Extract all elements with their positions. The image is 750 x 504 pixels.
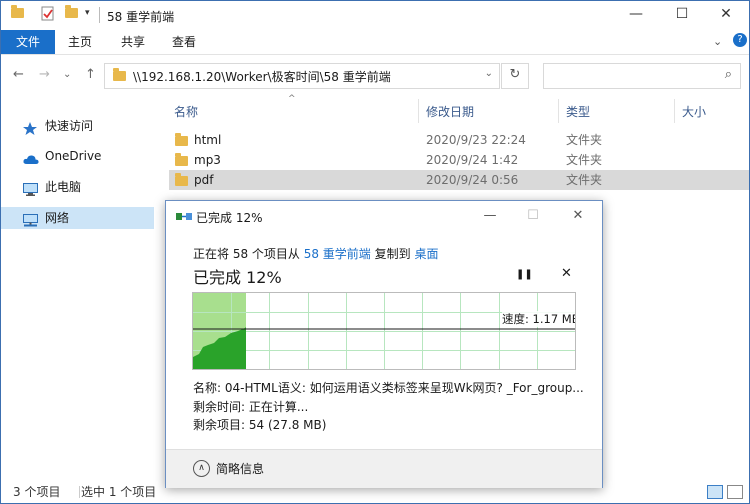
search-icon: ⌕ (724, 67, 732, 82)
cloud-icon (23, 150, 39, 164)
dialog-title-bar: 已完成 12% — ☐ ✕ (166, 201, 602, 231)
copy-progress-dialog: 已完成 12% — ☐ ✕ 正在将 58 个项目从 58 重学前端 复制到 桌面… (165, 200, 603, 488)
tab-view[interactable]: 查看 (172, 30, 196, 54)
address-bar[interactable]: \\192.168.1.20\Worker\极客时间\58 重学前端 ⌄ (104, 63, 500, 89)
file-date: 2020/9/24 1:42 (426, 153, 519, 167)
column-header-name[interactable]: 名称 (174, 101, 198, 123)
dialog-close-button[interactable]: ✕ (563, 205, 593, 227)
sidebar-item-quick-access[interactable]: 快速访问 (1, 115, 154, 137)
network-icon (23, 212, 38, 227)
file-type: 文件夹 (566, 153, 603, 167)
sort-ascending-icon: ^ (288, 94, 296, 104)
file-row[interactable]: pdf 2020/9/24 0:56 文件夹 (169, 170, 749, 190)
sidebar-item-label: 网络 (45, 211, 70, 225)
fewer-details-toggle[interactable]: 简略信息 (216, 460, 264, 477)
chevron-up-icon[interactable]: ∧ (193, 460, 210, 477)
customize-toolbar-icon[interactable]: ▾ (85, 8, 90, 18)
file-type: 文件夹 (566, 133, 603, 147)
address-path: \\192.168.1.20\Worker\极客时间\58 重学前端 (133, 70, 391, 84)
computer-icon (23, 181, 38, 196)
file-row[interactable]: html 2020/9/23 22:24 文件夹 (169, 130, 749, 150)
tab-home[interactable]: 主页 (68, 30, 92, 54)
cancel-copy-button[interactable]: ✕ (561, 266, 572, 281)
destination-folder-link[interactable]: 桌面 (414, 247, 438, 261)
file-type: 文件夹 (566, 173, 603, 187)
folder-icon (175, 133, 188, 146)
maximize-button[interactable]: ☐ (659, 1, 705, 30)
time-remaining: 剩余时间: 正在计算... (193, 400, 309, 414)
file-date: 2020/9/24 0:56 (426, 173, 519, 187)
title-divider (99, 7, 100, 23)
progress-percent-text: 已完成 12% (193, 268, 282, 287)
copy-description: 正在将 58 个项目从 58 重学前端 复制到 桌面 (193, 245, 438, 262)
forward-button[interactable]: → (39, 67, 50, 82)
status-divider (79, 486, 80, 498)
sidebar-item-label: 快速访问 (45, 119, 94, 133)
navigation-pane: 快速访问 OneDrive 此电脑 网络 (1, 95, 154, 475)
dialog-maximize-button[interactable]: ☐ (518, 205, 548, 227)
current-file-name: 名称: 04-HTML语义: 如何运用语义类标签来呈现Wk网页? _For_gr… (193, 381, 584, 395)
pause-button[interactable]: ❚❚ (516, 269, 533, 280)
window-title: 58 重学前端 (107, 10, 175, 24)
folder-icon (175, 173, 188, 186)
recent-locations-button[interactable]: ⌄ (63, 69, 71, 80)
search-input[interactable]: ⌕ (543, 63, 741, 89)
back-button[interactable]: ← (13, 67, 24, 82)
sidebar-item-this-pc[interactable]: 此电脑 (1, 176, 154, 198)
copy-transfer-icon (176, 211, 192, 221)
new-folder-icon[interactable] (65, 5, 78, 18)
file-name: mp3 (194, 153, 221, 167)
title-bar: ▾ 58 重学前端 — ☐ ✕ (1, 1, 749, 30)
up-button[interactable]: ↑ (85, 67, 96, 82)
graph-grid (193, 293, 575, 369)
navigation-bar: ← → ⌄ ↑ \\192.168.1.20\Worker\极客时间\58 重学… (1, 55, 749, 95)
sidebar-item-network[interactable]: 网络 (1, 207, 154, 229)
minimize-button[interactable]: — (613, 1, 659, 30)
transfer-speed-graph: 速度: 1.17 MB/秒 (192, 292, 576, 370)
copy-prefix-text: 正在将 58 个项目从 (193, 247, 304, 261)
file-name: html (194, 133, 222, 147)
column-header-size[interactable]: 大小 (682, 101, 706, 123)
tab-file[interactable]: 文件 (1, 30, 55, 54)
ribbon-tabs: 文件 主页 共享 查看 ⌄ ? (1, 30, 749, 55)
column-divider[interactable] (418, 99, 419, 123)
transfer-speed: 速度: 1.17 MB/秒 (502, 311, 575, 327)
file-row[interactable]: mp3 2020/9/24 1:42 文件夹 (169, 150, 749, 170)
folder-icon (11, 5, 24, 18)
explorer-window: ▾ 58 重学前端 — ☐ ✕ 文件 主页 共享 查看 ⌄ ? ← → ⌄ ↑ … (0, 0, 750, 504)
speed-graph-svg (193, 293, 575, 369)
tab-share[interactable]: 共享 (121, 30, 145, 54)
sidebar-item-label: 此电脑 (45, 180, 82, 194)
large-icons-view-icon[interactable] (727, 485, 743, 499)
copy-mid-text: 复制到 (370, 247, 415, 261)
sidebar-item-label: OneDrive (45, 149, 102, 163)
dialog-minimize-button[interactable]: — (475, 205, 505, 227)
refresh-button[interactable]: ↻ (501, 63, 529, 89)
column-header-date[interactable]: 修改日期 (426, 101, 474, 123)
selected-count: 选中 1 个项目 (81, 485, 157, 499)
dialog-title: 已完成 12% (196, 211, 263, 225)
items-remaining: 剩余项目: 54 (27.8 MB) (193, 418, 327, 432)
file-date: 2020/9/23 22:24 (426, 133, 526, 147)
dialog-footer: ∧ 简略信息 (166, 449, 602, 488)
column-divider[interactable] (674, 99, 675, 123)
details-view-icon[interactable] (707, 485, 723, 499)
folder-icon (113, 68, 126, 81)
address-dropdown-icon[interactable]: ⌄ (485, 68, 493, 79)
star-icon (23, 120, 37, 135)
close-button[interactable]: ✕ (703, 1, 749, 30)
column-divider[interactable] (558, 99, 559, 123)
help-icon[interactable]: ? (733, 33, 747, 47)
properties-check-icon[interactable] (41, 6, 55, 24)
file-name: pdf (194, 173, 214, 187)
item-count: 3 个项目 (13, 485, 61, 499)
sidebar-item-onedrive[interactable]: OneDrive (1, 145, 154, 167)
ribbon-expand-icon[interactable]: ⌄ (713, 35, 722, 48)
folder-icon (175, 153, 188, 166)
column-header-type[interactable]: 类型 (566, 101, 590, 123)
source-folder-link[interactable]: 58 重学前端 (304, 247, 371, 261)
